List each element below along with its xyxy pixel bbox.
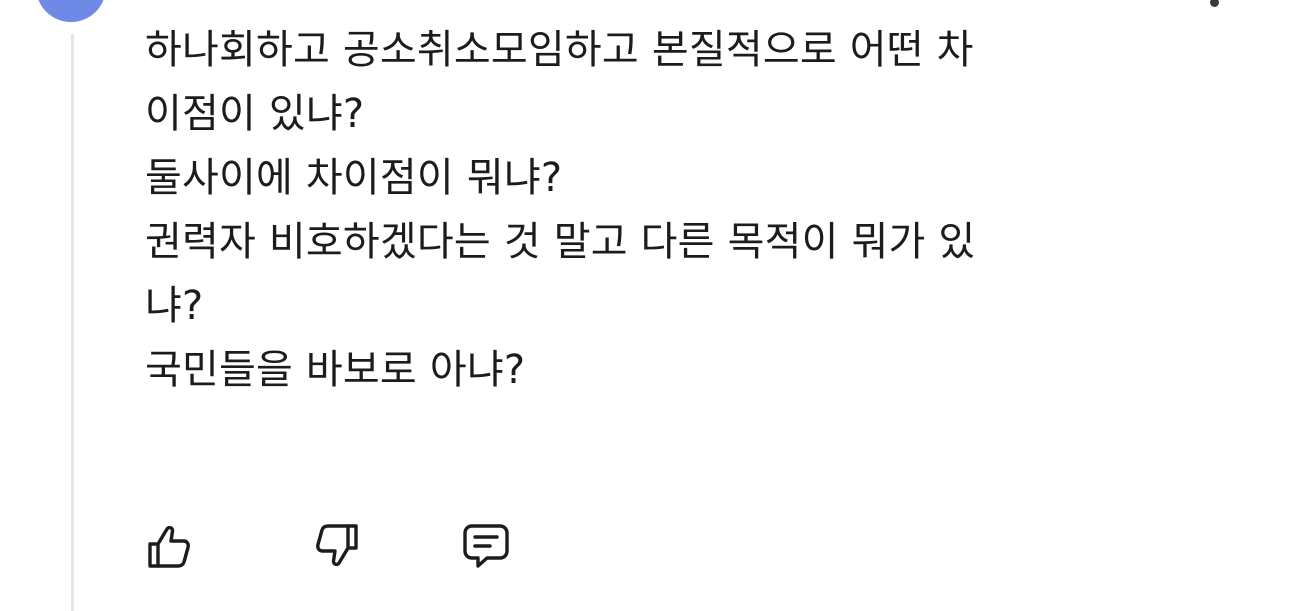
comment-line: 하나회하고 공소취소모임하고 본질적으로 어떤 차 bbox=[145, 27, 974, 73]
comment-line: 둘사이에 차이점이 뭐냐? bbox=[145, 155, 563, 201]
reply-button[interactable] bbox=[458, 518, 514, 574]
thread-line bbox=[71, 34, 74, 611]
like-button[interactable] bbox=[140, 518, 196, 574]
avatar[interactable] bbox=[36, 0, 106, 22]
thumbs-down-icon bbox=[316, 524, 358, 567]
comment-line: 이점이 있냐? bbox=[145, 91, 365, 137]
comment-text: 하나회하고 공소취소모임하고 본질적으로 어떤 차 이점이 있냐? 둘사이에 차… bbox=[145, 18, 1205, 402]
comment-line: 권력자 비호하겠다는 것 말고 다른 목적이 뭐가 있 bbox=[145, 219, 976, 265]
more-options-icon[interactable] bbox=[1210, 0, 1219, 7]
comment-icon bbox=[463, 524, 509, 568]
dislike-button[interactable] bbox=[310, 518, 366, 574]
comment-line: 국민들을 바보로 아냐? bbox=[145, 347, 526, 393]
comment-line: 냐? bbox=[145, 283, 204, 329]
thumbs-up-icon bbox=[148, 525, 190, 568]
